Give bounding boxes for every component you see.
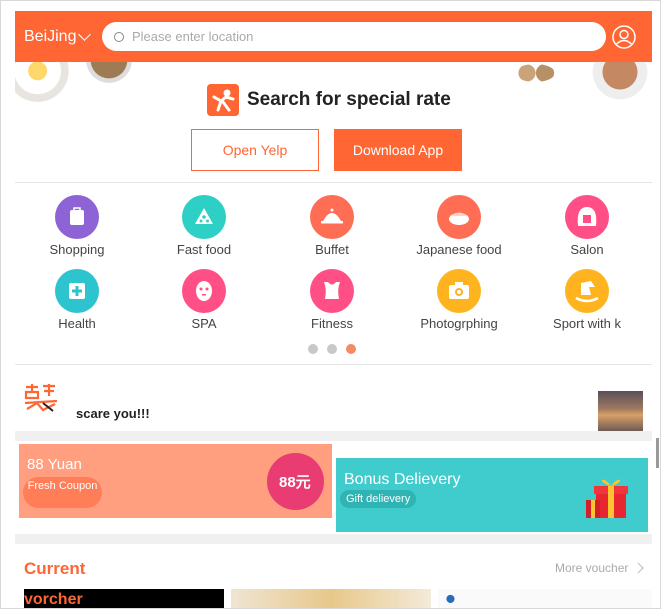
camera-icon [437, 269, 481, 313]
carousel-dot[interactable] [327, 344, 337, 354]
dianping-headline-logo-icon [24, 384, 58, 412]
fresh-coupon-badge: Fresh Coupon [23, 477, 102, 508]
category-label: Health [58, 316, 96, 331]
delivery-title: Bonus Delievery [344, 471, 461, 488]
category-item[interactable]: SPA [144, 269, 264, 331]
app-window: BeiJing Search for special rate Open Yel… [0, 0, 661, 609]
voucher-card[interactable]: ⬤ [438, 589, 652, 608]
category-item[interactable]: Fitness [272, 269, 392, 331]
category-item[interactable]: Health [17, 269, 137, 331]
download-app-button[interactable]: Download App [334, 129, 462, 171]
category-label: Sport with k [553, 316, 621, 331]
hero-title: Search for special rate [247, 89, 451, 110]
food-plate-left-image [15, 62, 75, 106]
top-bar: BeiJing [15, 11, 652, 62]
city-name: BeiJing [24, 27, 77, 45]
pizza-icon [182, 195, 226, 239]
promo-delivery-card[interactable]: Bonus Delievery Gift delievery [336, 458, 648, 532]
voucher-card-image[interactable] [231, 589, 431, 608]
sushi-icon [437, 195, 481, 239]
search-icon [114, 31, 124, 42]
chevron-right-icon [632, 562, 645, 574]
search-box[interactable] [102, 22, 606, 51]
category-label: Shopping [49, 242, 105, 257]
headline-text: scare you!!! [76, 406, 150, 421]
user-icon[interactable] [612, 24, 636, 49]
current-section: Current More voucher vorcher ⬤ [15, 546, 652, 608]
category-label: Japanese food [416, 242, 502, 257]
category-item[interactable]: Photogrphing [399, 269, 519, 331]
category-item[interactable]: Japanese food [399, 195, 519, 257]
carousel-indicator [308, 344, 365, 354]
category-item[interactable]: Salon [527, 195, 647, 257]
hero-heading: Search for special rate [207, 84, 451, 116]
more-voucher-label: More voucher [555, 561, 629, 575]
category-label: Fast food [176, 242, 232, 257]
category-item[interactable]: Fast food [144, 195, 264, 257]
cloche-icon [310, 195, 354, 239]
coins-image [515, 64, 555, 82]
category-label: Salon [570, 242, 604, 257]
coupon-bag-label: 88元 [279, 474, 311, 491]
brand-logo-icon: ⬤ [446, 594, 455, 603]
headline-strip[interactable]: scare you!!! [15, 365, 652, 431]
voucher-card-text: vorcher [24, 591, 83, 608]
shopping-bag-icon [55, 195, 99, 239]
category-item[interactable]: Buffet [272, 195, 392, 257]
carousel-dot-active[interactable] [346, 344, 356, 354]
voucher-card[interactable]: vorcher [24, 589, 224, 608]
fitness-icon [310, 269, 354, 313]
hair-icon [565, 195, 609, 239]
food-plate-right-image [581, 62, 652, 102]
scrollbar-thumb[interactable] [656, 438, 659, 468]
section-divider [15, 431, 652, 441]
first-aid-icon [55, 269, 99, 313]
face-mask-icon [182, 269, 226, 313]
promo-coupon-card[interactable]: 88 Yuan Fresh Coupon 88元 [19, 444, 332, 518]
city-selector[interactable]: BeiJing [24, 28, 102, 46]
more-voucher-link[interactable]: More voucher [555, 561, 645, 575]
category-grid: Shopping Fast food Buffet Japanese food Salo… [15, 182, 652, 365]
open-yelp-button[interactable]: Open Yelp [191, 129, 319, 171]
hero-banner: Search for special rate Open Yelp Downlo… [15, 62, 652, 182]
section-divider [15, 534, 652, 544]
chevron-down-icon [78, 27, 92, 41]
category-item[interactable]: Shopping [17, 195, 137, 257]
current-title: Current [24, 559, 86, 578]
category-label: Buffet [315, 242, 349, 257]
food-plate-left2-image [77, 62, 141, 92]
rocking-horse-icon [565, 269, 609, 313]
headline-thumbnail-image [598, 391, 643, 431]
category-label: SPA [191, 316, 217, 331]
category-label: Fitness [311, 316, 353, 331]
coupon-bag-icon: 88元 [267, 453, 324, 510]
carousel-dot[interactable] [308, 344, 318, 354]
category-item[interactable]: Sport with k [527, 269, 647, 331]
category-label: Photogrphing [420, 316, 498, 331]
gift-delivery-badge: Gift delievery [340, 490, 417, 508]
search-input[interactable] [132, 29, 572, 44]
coupon-amount: 88 Yuan [27, 456, 82, 473]
gift-box-icon [586, 479, 628, 518]
dianping-logo-icon [207, 84, 239, 116]
